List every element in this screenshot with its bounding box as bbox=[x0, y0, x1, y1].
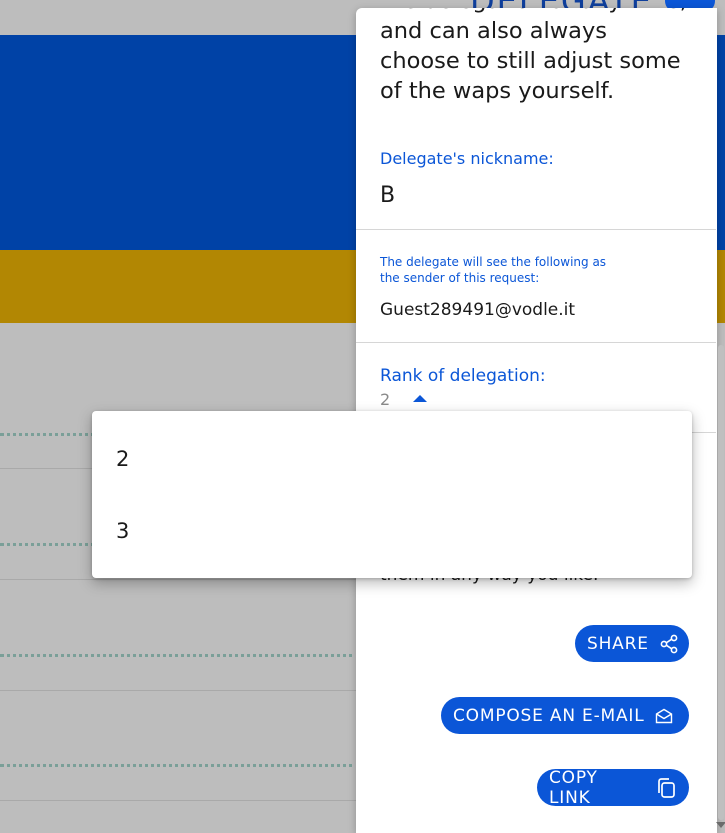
slider-track bbox=[0, 654, 360, 657]
intro-line: of the waps yourself. bbox=[380, 78, 615, 104]
intro-line: and can also always bbox=[380, 18, 607, 44]
compose-email-button-label: COMPOSE AN E-MAIL bbox=[453, 705, 645, 726]
share-icon bbox=[659, 634, 679, 654]
intro-text: the delegation at any time, and can also… bbox=[380, 8, 700, 106]
nickname-label: Delegate's nickname: bbox=[380, 149, 554, 168]
slider-track bbox=[0, 764, 360, 767]
panel-scrollbar[interactable] bbox=[718, 345, 724, 820]
sender-label-line: the sender of this request: bbox=[380, 271, 540, 285]
chevron-up-icon[interactable] bbox=[413, 395, 427, 402]
share-button[interactable]: SHARE bbox=[575, 625, 689, 662]
share-button-label: SHARE bbox=[587, 633, 649, 654]
rank-select-value[interactable]: 2 bbox=[380, 390, 390, 409]
sender-value: Guest289491@vodle.it bbox=[380, 300, 576, 320]
copy-link-button-label: COPY LINK bbox=[549, 767, 598, 808]
compose-email-button[interactable]: COMPOSE AN E-MAIL bbox=[441, 697, 689, 734]
nickname-input[interactable]: B bbox=[380, 183, 395, 208]
dropdown-option-3[interactable]: 3 bbox=[116, 519, 129, 543]
list-row bbox=[0, 579, 360, 691]
copy-icon bbox=[655, 777, 677, 799]
envelope-icon bbox=[655, 708, 673, 724]
sender-label-line: The delegate will see the following as bbox=[380, 255, 607, 269]
dropdown-option-2[interactable]: 2 bbox=[116, 447, 129, 471]
rank-dropdown-menu: 2 3 bbox=[92, 411, 692, 578]
list-row bbox=[0, 689, 360, 801]
copy-link-button[interactable]: COPY LINK bbox=[537, 767, 689, 808]
rank-label: Rank of delegation: bbox=[380, 366, 546, 386]
divider bbox=[356, 342, 716, 343]
sender-label: The delegate will see the following as t… bbox=[380, 254, 640, 286]
scroll-down-arrow-icon[interactable] bbox=[716, 822, 725, 828]
intro-line: choose to still adjust some bbox=[380, 48, 681, 74]
intro-line: the delegation at any time, bbox=[380, 8, 700, 16]
divider bbox=[356, 229, 716, 230]
